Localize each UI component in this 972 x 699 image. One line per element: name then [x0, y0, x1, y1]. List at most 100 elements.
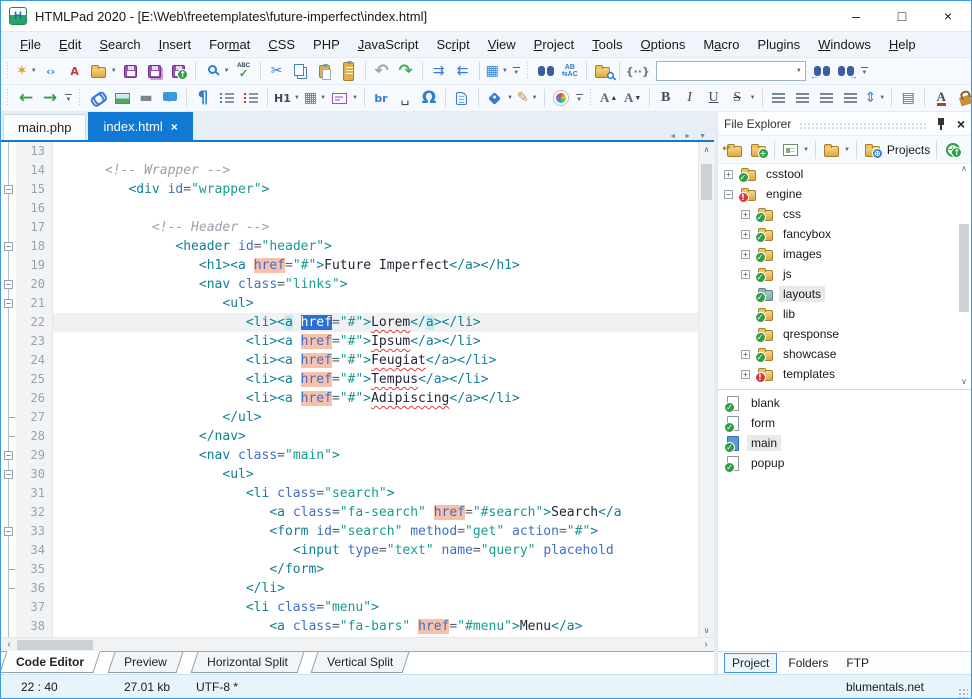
- code-line[interactable]: <header id="header">: [53, 237, 698, 256]
- insert-table-button[interactable]: ▦▼: [302, 86, 328, 110]
- fold-cell[interactable]: −: [1, 275, 16, 294]
- vertical-scroll-thumb[interactable]: [701, 164, 712, 200]
- fold-collapse-icon[interactable]: −: [4, 527, 13, 536]
- collapse-icon[interactable]: −: [724, 190, 733, 199]
- code-line[interactable]: <li><a href="#">Ipsum</a></li>: [53, 332, 698, 351]
- underline-button[interactable]: U: [702, 86, 726, 110]
- menu-project[interactable]: Project: [525, 32, 583, 58]
- insert-form-button[interactable]: ▼: [328, 86, 360, 110]
- tab-horizontal-split[interactable]: Horizontal Split: [190, 652, 304, 673]
- outdent-button[interactable]: ⇇: [451, 59, 475, 83]
- tab-vertical-split[interactable]: Vertical Split: [311, 652, 410, 673]
- menu-file[interactable]: File: [11, 32, 50, 58]
- clipboard-button[interactable]: [337, 59, 361, 83]
- maximize-button[interactable]: □: [879, 1, 925, 31]
- projects-button[interactable]: ⊕Projects: [861, 138, 932, 162]
- expand-icon[interactable]: +: [741, 230, 750, 239]
- tree-item-fancybox[interactable]: +✓fancybox: [718, 224, 971, 244]
- code-line[interactable]: <nav class="links">: [53, 275, 698, 294]
- code-line[interactable]: <h1><a href="#">Future Imperfect</a></h1…: [53, 256, 698, 275]
- find-in-files-button[interactable]: [591, 59, 615, 83]
- code-snippet-button[interactable]: {··}: [624, 59, 652, 83]
- fold-cell[interactable]: −: [1, 522, 16, 541]
- code-editor[interactable]: −−−−−−− 13141516171819202122232425262728…: [1, 142, 714, 637]
- new-text-document-button[interactable]: A: [63, 59, 87, 83]
- fold-collapse-icon[interactable]: −: [4, 280, 13, 289]
- code-line[interactable]: <li><a href="#">Lorem</a></li>: [53, 313, 698, 332]
- tree-item-templates[interactable]: +!templates: [718, 364, 971, 384]
- new-web-document-button[interactable]: ‹›: [39, 59, 63, 83]
- horizontal-rule-button[interactable]: ▬: [134, 86, 158, 110]
- increase-font-button[interactable]: A▲: [597, 86, 621, 110]
- expand-icon[interactable]: +: [741, 270, 750, 279]
- hyperlink-button[interactable]: [86, 86, 110, 110]
- file-item-blank[interactable]: ✓blank: [718, 393, 971, 413]
- scroll-up-icon[interactable]: ∧: [704, 142, 710, 156]
- copy-button[interactable]: [289, 59, 313, 83]
- undo-button[interactable]: ↶: [370, 59, 394, 83]
- highlight-color-button[interactable]: [953, 86, 971, 110]
- code-line[interactable]: <div id="wrapper">: [53, 180, 698, 199]
- scroll-down-icon[interactable]: ∨: [704, 623, 710, 637]
- up-folder-button[interactable]: ↩: [722, 138, 746, 162]
- insert-tag-button[interactable]: ▼: [483, 86, 515, 110]
- editor-horizontal-scrollbar[interactable]: ‹ ›: [1, 637, 714, 651]
- tree-item-lib[interactable]: ✓lib: [718, 304, 971, 324]
- tab-list-icon[interactable]: ▼: [699, 133, 706, 140]
- panel-drag-handle[interactable]: [799, 122, 926, 130]
- ordered-list-button[interactable]: [239, 86, 263, 110]
- comment-button[interactable]: [158, 86, 182, 110]
- expand-icon[interactable]: +: [724, 170, 733, 179]
- tab-folders[interactable]: Folders: [781, 654, 835, 672]
- resize-grip[interactable]: [958, 688, 968, 698]
- fold-collapse-icon[interactable]: −: [4, 451, 13, 460]
- align-left-button[interactable]: [767, 86, 791, 110]
- find-previous-button[interactable]: ←: [810, 59, 834, 83]
- chevron-down-icon[interactable]: ▼: [796, 68, 802, 74]
- tab-index-html[interactable]: index.html ×: [88, 112, 192, 140]
- redo-button[interactable]: ↷: [394, 59, 418, 83]
- code-line[interactable]: <nav class="main">: [53, 446, 698, 465]
- toolbar-overflow-icon[interactable]: ▼: [513, 67, 520, 76]
- align-right-button[interactable]: [815, 86, 839, 110]
- navigate-forward-button[interactable]: →: [38, 86, 62, 110]
- find-button[interactable]: ▼: [200, 59, 232, 83]
- tab-code-editor[interactable]: Code Editor: [0, 651, 101, 673]
- toolbar-grip[interactable]: [526, 62, 531, 80]
- italic-button[interactable]: I: [678, 86, 702, 110]
- navigate-back-button[interactable]: ←: [14, 86, 38, 110]
- fold-cell[interactable]: −: [1, 237, 16, 256]
- special-character-button[interactable]: Ω: [417, 86, 441, 110]
- code-line[interactable]: <li class="search">: [53, 484, 698, 503]
- expand-icon[interactable]: +: [741, 350, 750, 359]
- fold-cell[interactable]: −: [1, 294, 16, 313]
- menu-search[interactable]: Search: [90, 32, 149, 58]
- scroll-left-icon[interactable]: ‹: [1, 639, 17, 650]
- menu-php[interactable]: PHP: [304, 32, 349, 58]
- menu-tools[interactable]: Tools: [583, 32, 631, 58]
- expand-icon[interactable]: +: [741, 370, 750, 379]
- toolbar-overflow-icon[interactable]: ▼: [861, 67, 868, 76]
- unordered-list-button[interactable]: [215, 86, 239, 110]
- tab-scroll-right-icon[interactable]: ►: [684, 133, 691, 140]
- add-folder-button[interactable]: +: [746, 138, 770, 162]
- non-breaking-space-button[interactable]: ␣: [393, 86, 417, 110]
- div-container-button[interactable]: ▤: [896, 86, 920, 110]
- toolbar-overflow-icon[interactable]: ▼: [65, 94, 72, 103]
- tree-item-engine[interactable]: −!engine: [718, 184, 971, 204]
- code-line[interactable]: </ul>: [53, 408, 698, 427]
- tab-preview[interactable]: Preview: [108, 652, 184, 673]
- insert-script-button[interactable]: [450, 86, 474, 110]
- image-button[interactable]: [110, 86, 134, 110]
- tree-item-layouts[interactable]: ✓layouts: [718, 284, 971, 304]
- code-line[interactable]: <!-- Header -->: [53, 218, 698, 237]
- save-all-button[interactable]: [143, 59, 167, 83]
- tab-ftp[interactable]: FTP: [839, 654, 876, 672]
- format-painter-button[interactable]: ✎▼: [515, 86, 540, 110]
- menu-plugins[interactable]: Plugins: [748, 32, 809, 58]
- tab-project[interactable]: Project: [724, 653, 777, 673]
- search-combobox[interactable]: [657, 63, 793, 79]
- code-line[interactable]: <!-- Wrapper -->: [53, 161, 698, 180]
- tree-item-images[interactable]: +✓images: [718, 244, 971, 264]
- code-area[interactable]: <!-- Wrapper --> <div id="wrapper"> <!--…: [53, 142, 698, 637]
